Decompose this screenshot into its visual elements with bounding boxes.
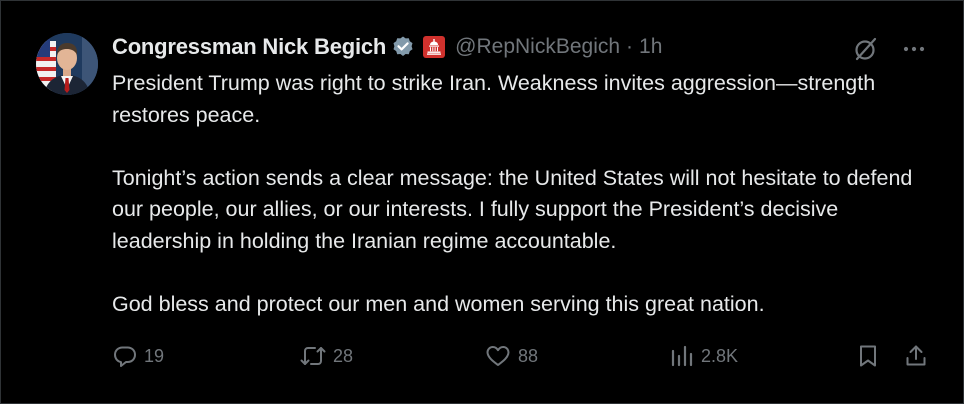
action-bar: 19 28 88 2.8K [112, 341, 932, 371]
avatar-portrait-icon [36, 33, 98, 95]
bookmark-icon [860, 345, 876, 367]
views-button[interactable]: 2.8K [669, 341, 738, 371]
tweet-header: Congressman Nick Begich @RepNickBegich ·… [112, 31, 662, 63]
verified-badge-icon[interactable] [391, 35, 415, 59]
top-actions [852, 35, 928, 63]
left-border [0, 1, 1, 403]
display-name[interactable]: Congressman Nick Begich [112, 34, 386, 60]
separator-dot: · [626, 35, 634, 58]
grok-icon[interactable] [852, 35, 880, 63]
tweet-paragraph: Tonight’s action sends a clear message: … [112, 165, 913, 253]
avatar[interactable] [36, 33, 98, 95]
handle[interactable]: @RepNickBegich [455, 35, 620, 59]
bookmark-button[interactable] [856, 341, 880, 371]
tweet-paragraph: President Trump was right to strike Iran… [112, 71, 876, 127]
heart-icon [486, 346, 510, 366]
share-icon [906, 345, 926, 366]
timestamp[interactable]: 1h [639, 35, 662, 59]
capitol-affiliate-icon[interactable] [423, 36, 446, 58]
tweet-card[interactable]: Congressman Nick Begich @RepNickBegich ·… [0, 0, 964, 404]
share-button[interactable] [904, 341, 928, 371]
views-count: 2.8K [701, 345, 739, 366]
tweet-text: President Trump was right to strike Iran… [112, 68, 932, 352]
reply-icon [114, 346, 136, 367]
like-button[interactable]: 88 [484, 341, 538, 371]
reply-count: 19 [144, 345, 165, 366]
views-icon [671, 345, 693, 367]
more-icon[interactable] [900, 35, 928, 63]
like-count: 88 [518, 345, 539, 366]
repost-button[interactable]: 28 [299, 341, 353, 371]
repost-count: 28 [333, 345, 354, 366]
tweet-paragraph: God bless and protect our men and women … [112, 291, 765, 316]
repost-icon [300, 347, 326, 365]
reply-button[interactable]: 19 [112, 341, 164, 371]
